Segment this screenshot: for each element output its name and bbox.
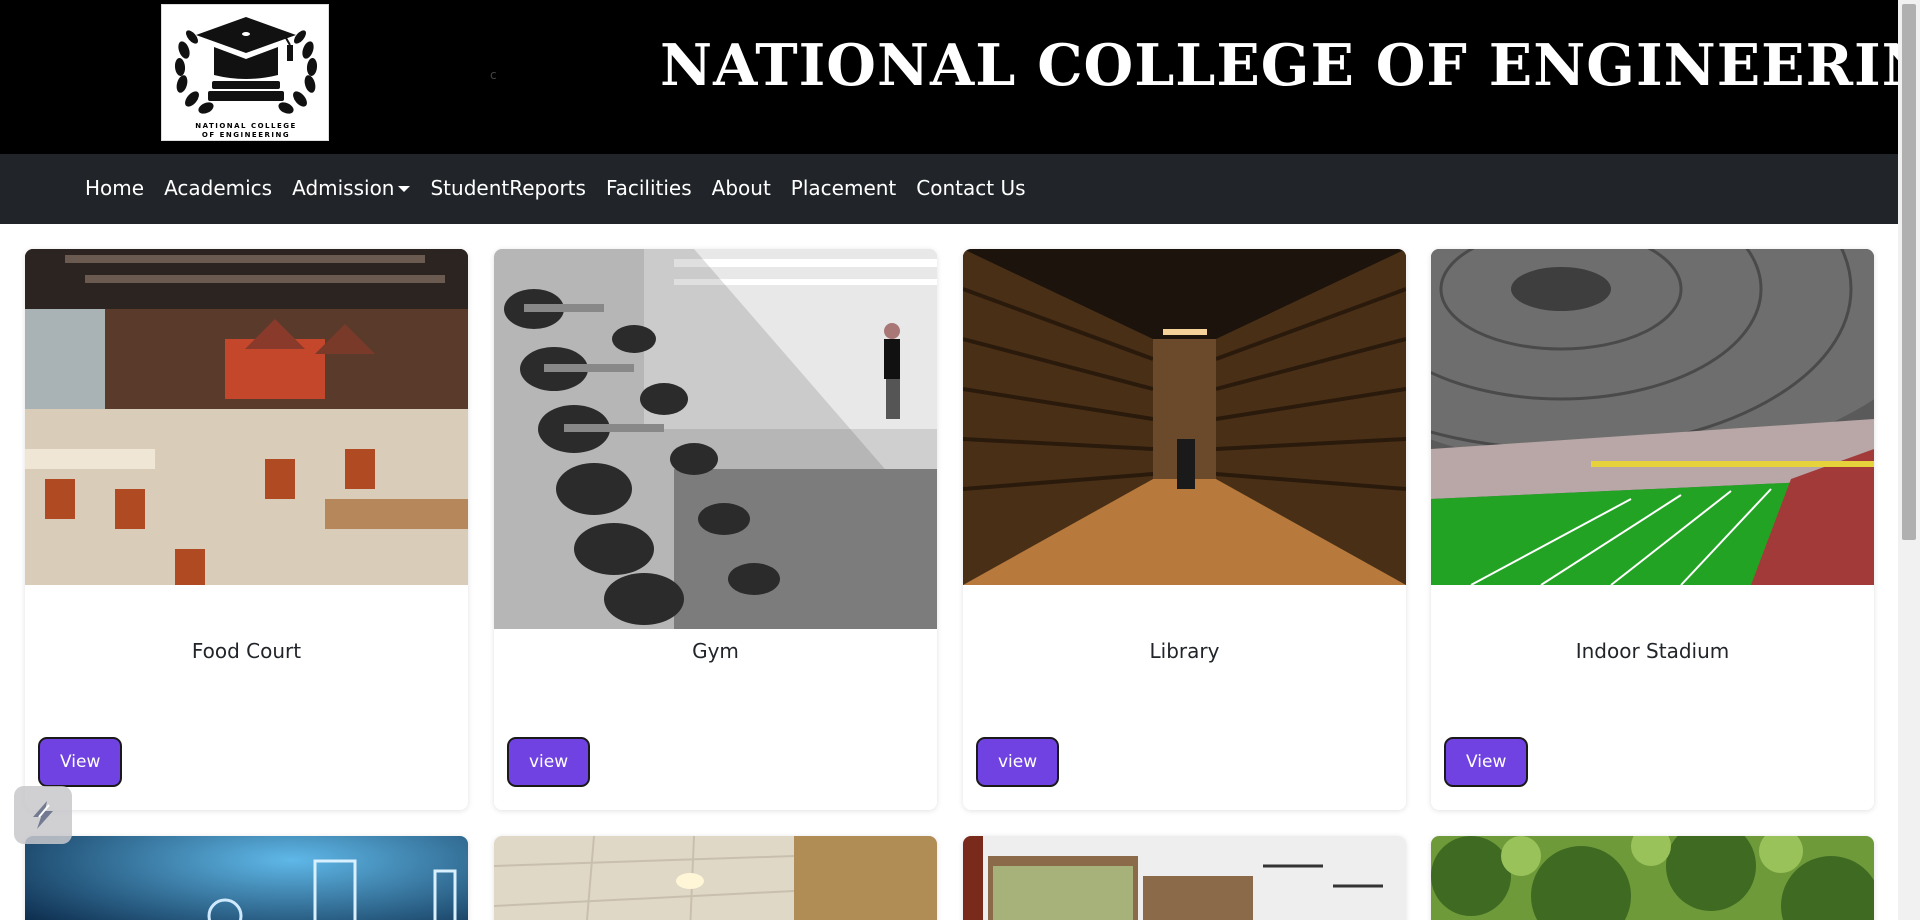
nav-student-reports[interactable]: StudentReports [430, 176, 585, 200]
card-title: Library [1149, 639, 1220, 663]
facility-card-food-court: Food Court View [25, 249, 468, 810]
nav-admission-label: Admission [292, 176, 395, 200]
view-gym-button[interactable]: view [507, 737, 591, 787]
caret-down-icon [398, 186, 411, 192]
nav-home[interactable]: Home [85, 176, 144, 200]
facility-card-lab [25, 836, 468, 920]
nav-admission-dropdown[interactable]: Admission [292, 176, 411, 200]
gym-image [494, 249, 937, 629]
card-title: Food Court [191, 639, 302, 663]
nav-facilities[interactable]: Facilities [606, 176, 692, 200]
facility-card-classroom [494, 836, 937, 920]
nav-academics[interactable]: Academics [164, 176, 272, 200]
nav-contact-us[interactable]: Contact Us [916, 176, 1025, 200]
facility-card-library: Library view [963, 249, 1406, 810]
facility-card-indoor-stadium: Indoor Stadium View [1431, 249, 1874, 810]
hall-image [963, 836, 1406, 920]
card-title: Indoor Stadium [1575, 639, 1730, 663]
garden-image [1431, 836, 1874, 920]
top-header: NATIONAL COLLEGE OF ENGINEERING c NATION… [0, 0, 1920, 154]
floating-widget-button[interactable] [14, 786, 72, 844]
nav-placement[interactable]: Placement [791, 176, 896, 200]
classroom-image [494, 836, 937, 920]
streamlit-style-logo-icon [33, 801, 53, 829]
college-logo[interactable]: NATIONAL COLLEGE OF ENGINEERING [161, 4, 329, 141]
page-scrollbar[interactable] [1898, 0, 1920, 920]
card-title: Gym [692, 639, 739, 663]
library-image [963, 249, 1406, 585]
facility-card-garden [1431, 836, 1874, 920]
logo-text-line1: NATIONAL COLLEGE [195, 122, 297, 130]
nav-about[interactable]: About [712, 176, 771, 200]
scrollbar-thumb[interactable] [1902, 4, 1916, 540]
main-navbar: Home Academics Admission StudentReports … [0, 154, 1898, 224]
nav-list: Home Academics Admission StudentReports … [85, 176, 1046, 200]
view-library-button[interactable]: view [976, 737, 1060, 787]
food-court-image [25, 249, 468, 585]
view-indoor-stadium-button[interactable]: View [1444, 737, 1529, 787]
facility-card-hall [963, 836, 1406, 920]
facility-card-gym: Gym view [494, 249, 937, 810]
college-title: NATIONAL COLLEGE OF ENGINEERING [660, 32, 1920, 99]
indoor-stadium-image [1431, 249, 1874, 585]
view-food-court-button[interactable]: View [38, 737, 123, 787]
header-stray-text: c [490, 68, 497, 82]
logo-text-line2: OF ENGINEERING [201, 131, 291, 139]
graduation-cap-laurel-icon [174, 17, 318, 114]
laboratory-image [25, 836, 468, 920]
